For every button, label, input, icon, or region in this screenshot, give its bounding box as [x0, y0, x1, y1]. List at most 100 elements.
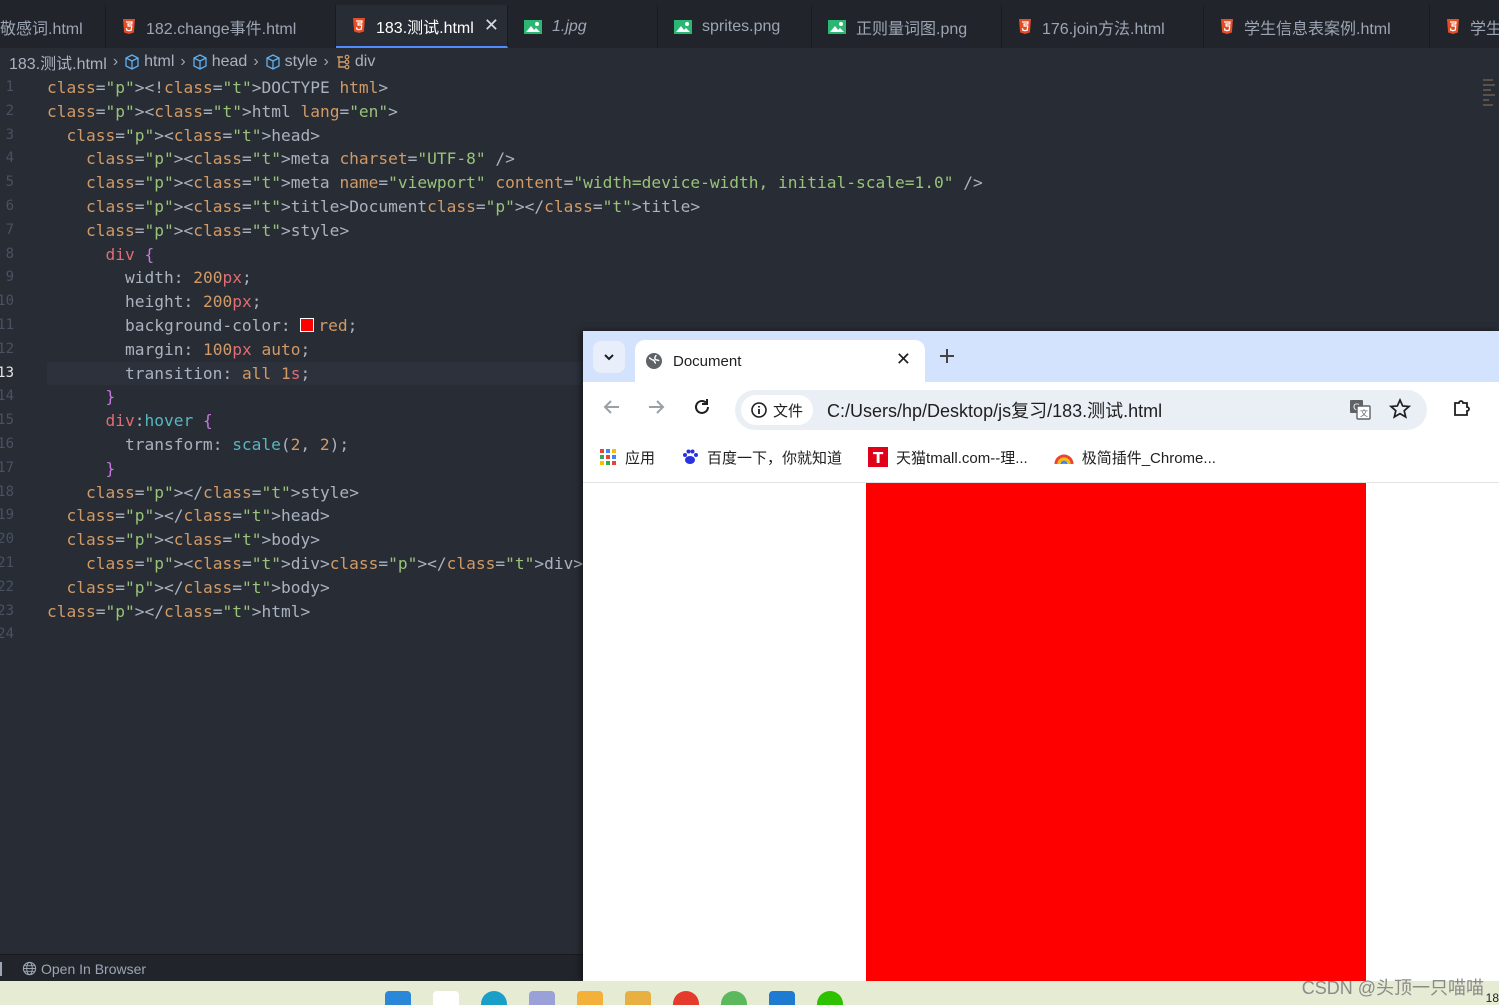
code-line[interactable]: div {: [47, 243, 983, 267]
bookmarks-bar: 应用 百度一下，你就知道 T 天猫tmall.com--理... 极简插件_Ch…: [583, 432, 1499, 483]
tab-label: 正则量词图.png: [856, 20, 968, 38]
wechat-icon[interactable]: [817, 991, 843, 1005]
bookmark-tmall[interactable]: T 天猫tmall.com--理...: [868, 447, 1028, 468]
app-icon[interactable]: [529, 991, 555, 1005]
line-number: 19: [0, 507, 14, 524]
color-swatch[interactable]: [300, 317, 315, 332]
line-number: 7: [5, 221, 14, 238]
editor-tab-3[interactable]: 1.jpg: [508, 5, 658, 48]
globe-icon: [646, 353, 662, 369]
browser-tab-strip: Document ✕: [583, 331, 1499, 382]
html5-icon: [123, 18, 135, 34]
line-number: 2: [5, 102, 14, 119]
editor-tab-1[interactable]: 182.change事件.html: [106, 5, 336, 48]
line-number: 1: [5, 79, 14, 95]
breadcrumb-style[interactable]: style: [285, 53, 318, 71]
close-icon[interactable]: ✕: [896, 349, 911, 370]
apps-grid-icon: [600, 449, 616, 465]
editor-tab-5[interactable]: 正则量词图.png: [812, 5, 1002, 48]
cube-icon: [125, 54, 139, 70]
tab-label: 学生: [1470, 20, 1499, 38]
star-icon[interactable]: [1389, 398, 1411, 420]
windows-start-icon[interactable]: [385, 991, 411, 1005]
open-in-browser-button[interactable]: Open In Browser: [41, 961, 146, 977]
code-line[interactable]: class="p"><class="t">meta name="viewport…: [47, 171, 983, 195]
tab-search-button[interactable]: [593, 341, 625, 373]
extension-site-icon: [1054, 454, 1074, 465]
line-number: 15: [0, 412, 14, 429]
code-line[interactable]: transition: all 1s;: [47, 361, 587, 386]
editor-tab-0[interactable]: 敬感词.html: [0, 5, 106, 48]
editor-tab-7[interactable]: 学生信息表案例.html: [1204, 5, 1430, 48]
editor-tab-4[interactable]: sprites.png: [658, 5, 812, 48]
line-number: 23: [0, 602, 14, 619]
chevron-right-icon: ›: [323, 53, 329, 70]
breadcrumb-file[interactable]: 183.测试.html: [9, 50, 107, 74]
svg-text:文: 文: [1360, 408, 1368, 418]
code-line[interactable]: class="p"><class="t">head>: [47, 124, 983, 148]
chrome-icon[interactable]: [673, 991, 699, 1005]
browser-tab-document[interactable]: Document ✕: [635, 340, 925, 382]
image-file-icon: [524, 19, 542, 34]
folder-icon[interactable]: [625, 991, 651, 1005]
app-icon[interactable]: [577, 991, 603, 1005]
close-icon[interactable]: ✕: [484, 15, 499, 36]
editor-tab-bar: 敬感词.html 182.change事件.html 183.测试.html ✕…: [0, 0, 1499, 49]
code-line[interactable]: class="p"><!class="t">DOCTYPE html>: [47, 76, 983, 100]
line-number: 21: [0, 554, 14, 571]
breadcrumb-head[interactable]: head: [212, 53, 248, 71]
breadcrumb-div[interactable]: div: [355, 53, 375, 71]
forward-button[interactable]: [643, 394, 669, 420]
address-bar[interactable]: 文件 C:/Users/hp/Desktop/js复习/183.测试.html …: [735, 390, 1427, 430]
site-info-chip[interactable]: 文件: [741, 395, 814, 425]
page-red-box[interactable]: [866, 483, 1366, 981]
code-line[interactable]: height: 200px;: [47, 290, 983, 314]
status-divider: [0, 961, 2, 976]
line-number: 12: [0, 340, 14, 357]
cube-icon: [265, 54, 280, 70]
os-taskbar: [0, 981, 1499, 1005]
omnibox-actions: G文: [1349, 398, 1411, 420]
chevron-down-icon: [604, 354, 614, 361]
app-icon[interactable]: [721, 991, 747, 1005]
line-number: 5: [5, 174, 14, 191]
bookmark-baidu[interactable]: 百度一下，你就知道: [681, 447, 842, 468]
tmall-icon: T: [868, 447, 889, 467]
code-line[interactable]: class="p"><class="t">title>Documentclass…: [47, 195, 983, 219]
tab-label: 敬感词.html: [0, 20, 83, 38]
bookmark-apps[interactable]: 应用: [599, 447, 655, 468]
app-icon[interactable]: [433, 991, 459, 1005]
editor-tab-6[interactable]: 176.join方法.html: [1002, 5, 1204, 48]
editor-tab-2[interactable]: 183.测试.html ✕: [336, 5, 508, 48]
line-number: 18: [0, 483, 14, 500]
code-line[interactable]: class="p"><class="t">html lang="en">: [47, 100, 983, 124]
extensions-button[interactable]: [1449, 394, 1475, 420]
translate-icon[interactable]: G文: [1349, 398, 1371, 420]
breadcrumb-html[interactable]: html: [144, 53, 174, 71]
arrow-right-icon: [649, 400, 665, 414]
editor-tab-8[interactable]: 学生: [1430, 5, 1499, 48]
code-line[interactable]: class="p"><class="t">style>: [47, 219, 983, 243]
minimap[interactable]: [1481, 76, 1499, 126]
back-button[interactable]: [599, 394, 625, 420]
globe-icon: [22, 961, 37, 976]
tab-label: 182.change事件.html: [146, 20, 297, 38]
reload-button[interactable]: [689, 394, 715, 420]
code-line[interactable]: class="p"><class="t">meta charset="UTF-8…: [47, 147, 983, 171]
line-number: 24: [0, 626, 14, 643]
plus-icon: [940, 349, 954, 363]
new-tab-button[interactable]: [939, 343, 955, 371]
url-text[interactable]: C:/Users/hp/Desktop/js复习/183.测试.html: [827, 397, 1162, 423]
selector-icon: [336, 54, 350, 70]
taskbar-clock: 18: [1485, 991, 1499, 1005]
chevron-right-icon: ›: [180, 53, 186, 70]
vscode-icon[interactable]: [769, 991, 795, 1005]
edge-icon[interactable]: [481, 991, 507, 1005]
code-line[interactable]: width: 200px;: [47, 266, 983, 290]
line-number: 22: [0, 578, 14, 595]
breadcrumb: 183.测试.html › html › head › style › div: [0, 48, 1499, 76]
bookmark-extension-site[interactable]: 极简插件_Chrome...: [1054, 447, 1216, 468]
cube-icon: [193, 54, 207, 70]
info-icon: [751, 402, 767, 418]
html5-icon: [353, 17, 365, 33]
